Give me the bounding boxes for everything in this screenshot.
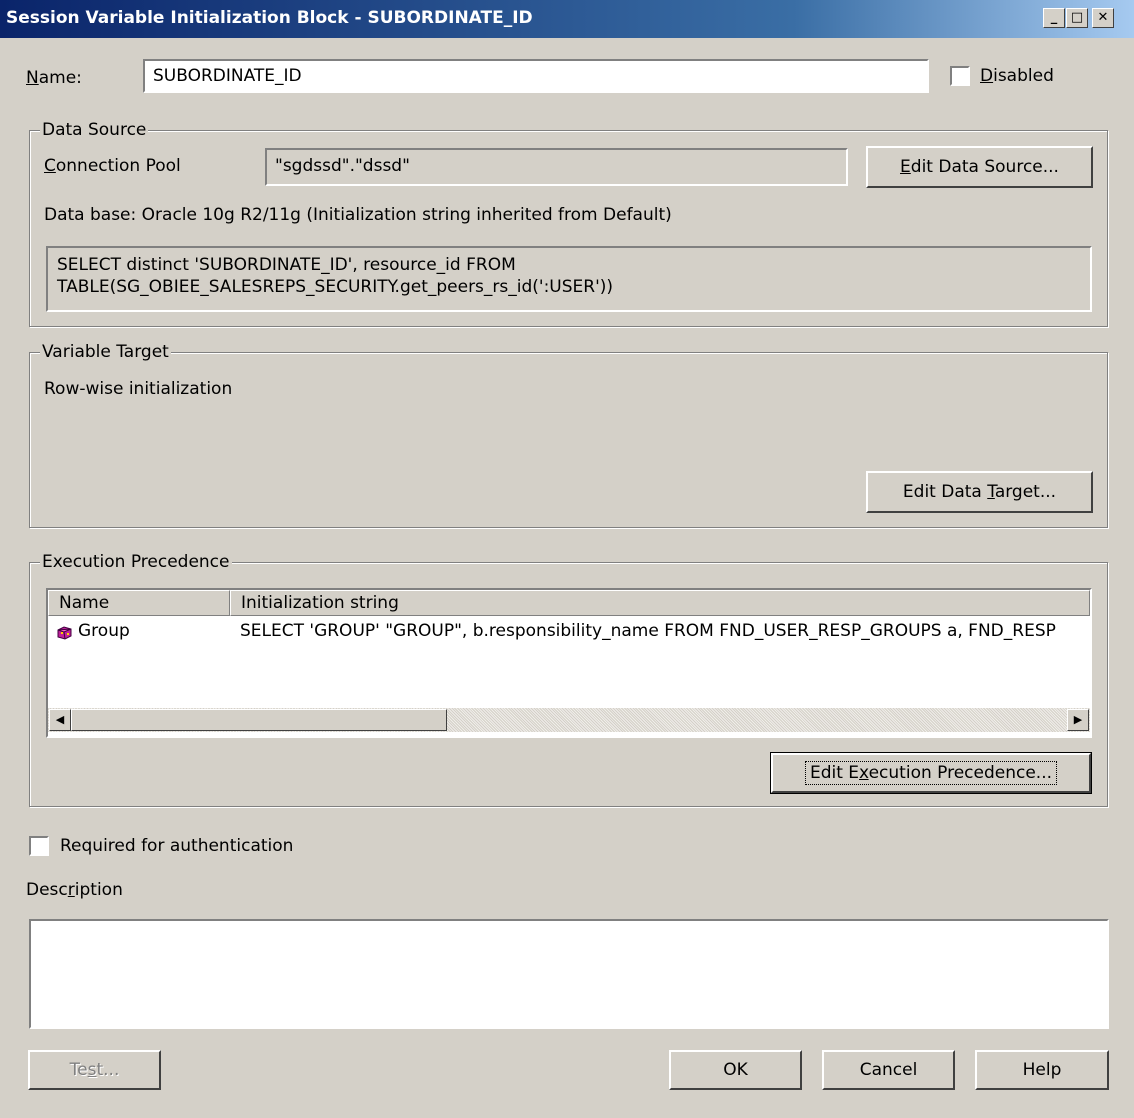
name-input-value: SUBORDINATE_ID	[153, 66, 302, 86]
sql-text: SELECT distinct 'SUBORDINATE_ID', resour…	[46, 246, 1092, 312]
window-title: Session Variable Initialization Block - …	[6, 8, 533, 28]
description-label: Description	[26, 880, 123, 900]
required-for-authentication-checkbox[interactable]	[29, 836, 49, 856]
help-button[interactable]: Help	[975, 1050, 1109, 1090]
scroll-right-button[interactable]: ▶	[1067, 709, 1089, 731]
sql-line-1: SELECT distinct 'SUBORDINATE_ID', resour…	[57, 255, 516, 275]
column-header-init-string[interactable]: Initialization string	[230, 590, 1090, 616]
close-button[interactable]: ✕	[1092, 8, 1114, 28]
execution-precedence-legend: Execution Precedence	[40, 552, 232, 572]
cancel-button[interactable]: Cancel	[822, 1050, 955, 1090]
data-source-legend: Data Source	[40, 120, 149, 140]
disabled-checkbox[interactable]	[950, 66, 970, 86]
list-item[interactable]: Group SELECT 'GROUP' "GROUP", b.responsi…	[48, 618, 1090, 648]
arrow-right-icon: ▶	[1073, 713, 1083, 726]
minimize-button[interactable]: _	[1043, 8, 1065, 28]
connection-pool-label: Connection Pool	[44, 156, 181, 176]
scrollbar-thumb[interactable]	[71, 709, 447, 731]
test-button[interactable]: Test...	[28, 1050, 161, 1090]
sql-line-2: TABLE(SG_OBIEE_SALESREPS_SECURITY.get_pe…	[57, 277, 614, 297]
ok-button[interactable]: OK	[669, 1050, 802, 1090]
variable-target-legend: Variable Target	[40, 342, 171, 362]
name-input[interactable]: SUBORDINATE_ID	[143, 59, 929, 93]
connection-pool-field: "sgdssd"."dssd"	[265, 148, 848, 186]
connection-pool-value: "sgdssd"."dssd"	[275, 156, 410, 176]
scroll-left-button[interactable]: ◀	[49, 709, 71, 731]
arrow-left-icon: ◀	[55, 713, 65, 726]
name-label: Name:	[26, 68, 82, 88]
edit-data-source-button[interactable]: Edit Data Source...	[866, 146, 1093, 188]
description-textarea[interactable]	[29, 919, 1109, 1029]
maximize-button[interactable]: □	[1066, 8, 1088, 28]
required-for-authentication-label: Required for authentication	[60, 836, 294, 856]
row-name: Group	[78, 621, 130, 641]
edit-execution-precedence-button[interactable]: Edit Execution Precedence...	[770, 752, 1092, 794]
row-wise-initialization-text: Row-wise initialization	[44, 379, 233, 399]
disabled-label: Disabled	[980, 66, 1054, 86]
database-info: Data base: Oracle 10g R2/11g (Initializa…	[44, 205, 672, 225]
edit-data-target-button[interactable]: Edit Data Target...	[866, 471, 1093, 513]
row-init-string: SELECT 'GROUP' "GROUP", b.responsibility…	[240, 621, 1056, 641]
group-icon	[56, 625, 74, 641]
precedence-list[interactable]: Name Initialization string Group SELECT …	[46, 588, 1092, 738]
column-header-name[interactable]: Name	[48, 590, 230, 616]
close-icon: ✕	[1097, 10, 1109, 25]
maximize-icon: □	[1070, 10, 1084, 25]
minimize-icon: _	[1050, 10, 1058, 25]
